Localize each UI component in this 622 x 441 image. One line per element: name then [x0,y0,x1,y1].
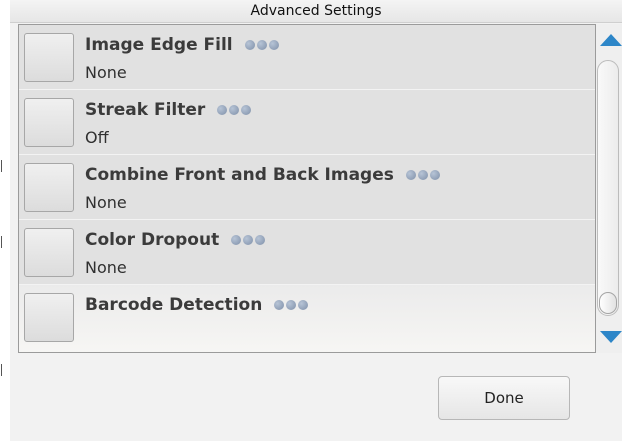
setting-checkbox[interactable] [24,293,74,342]
window-edge-mark [1,236,2,248]
dot [243,235,254,245]
dot [256,40,267,50]
scroll-down-arrow-icon[interactable] [600,331,622,343]
done-button[interactable]: Done [438,376,570,420]
dot [286,300,297,310]
scrollbar-track[interactable] [597,60,619,316]
setting-value: Off [85,128,109,147]
vertical-scrollbar[interactable] [596,24,622,353]
dot [244,40,255,50]
dot [255,235,266,245]
setting-title-container: Barcode Detection [85,295,309,315]
dot [298,300,309,310]
dot [268,40,279,50]
dot [417,170,428,180]
setting-value: None [85,193,127,212]
dot [429,170,440,180]
dot [231,235,242,245]
more-options-dots-icon[interactable] [217,105,252,115]
more-options-dots-icon[interactable] [244,40,279,50]
setting-row-color-dropout[interactable]: Color Dropout None [19,220,595,285]
setting-title: Color Dropout [85,230,220,250]
setting-row-barcode-detection[interactable]: Barcode Detection [19,285,595,352]
setting-title: Image Edge Fill [85,35,233,55]
scroll-up-arrow-icon[interactable] [600,34,622,46]
settings-list: Image Edge Fill None Streak Filter Off C… [18,24,596,353]
setting-row-streak-filter[interactable]: Streak Filter Off [19,90,595,155]
dot [274,300,285,310]
setting-title: Barcode Detection [85,295,263,315]
window-edge-mark [1,364,2,376]
setting-checkbox[interactable] [24,228,74,277]
dialog-title: Advanced Settings [10,0,622,23]
setting-title: Streak Filter [85,100,206,120]
setting-checkbox[interactable] [24,98,74,147]
setting-row-combine-front-and-back-images[interactable]: Combine Front and Back Images None [19,155,595,220]
setting-checkbox[interactable] [24,163,74,212]
scrollbar-thumb[interactable] [599,292,617,314]
setting-value: None [85,258,127,277]
setting-checkbox[interactable] [24,33,74,82]
dot [405,170,416,180]
setting-title: Combine Front and Back Images [85,165,394,185]
setting-value: None [85,63,127,82]
setting-title-container: Combine Front and Back Images [85,165,440,185]
more-options-dots-icon[interactable] [231,235,266,245]
advanced-settings-dialog: Advanced Settings Image Edge Fill None S… [10,0,622,441]
setting-row-image-edge-fill[interactable]: Image Edge Fill None [19,25,595,90]
setting-title-container: Streak Filter [85,100,252,120]
dot [217,105,228,115]
setting-title-container: Color Dropout [85,230,266,250]
more-options-dots-icon[interactable] [405,170,440,180]
more-options-dots-icon[interactable] [274,300,309,310]
window-edge-mark [1,160,2,172]
dot [229,105,240,115]
setting-title-container: Image Edge Fill [85,35,279,55]
dot [241,105,252,115]
